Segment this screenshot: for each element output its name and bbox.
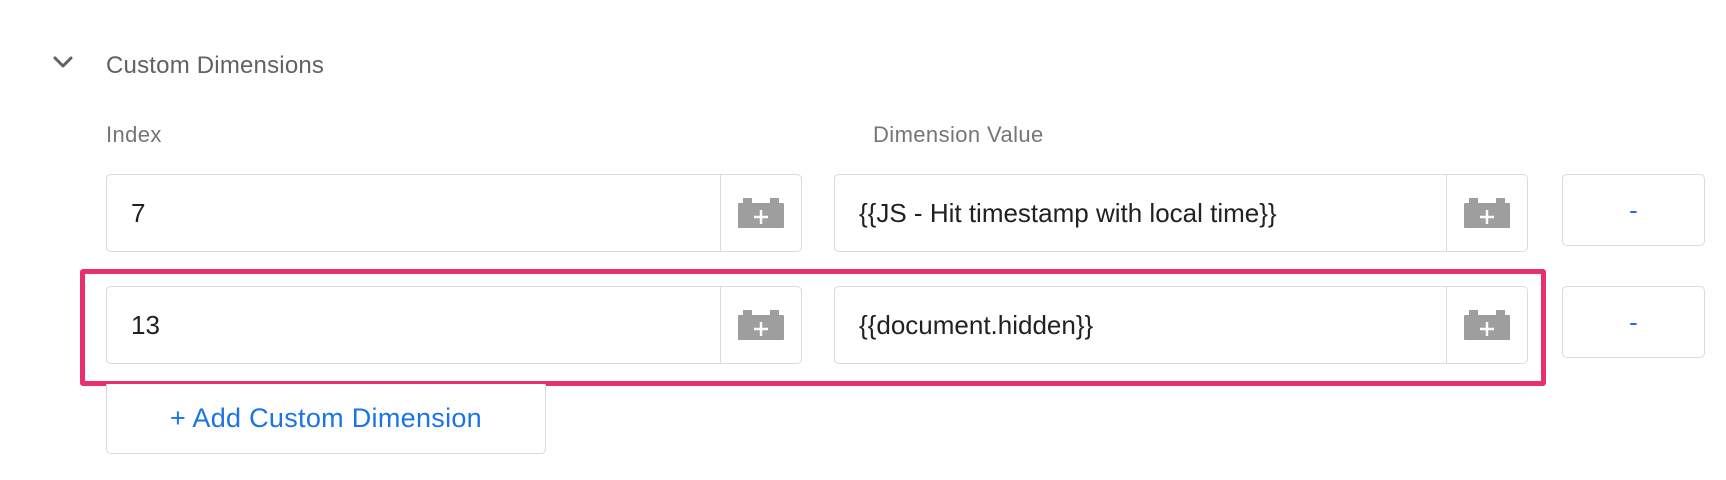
variable-picker-button[interactable]	[720, 287, 801, 363]
section-header[interactable]	[50, 44, 76, 80]
chevron-down-icon[interactable]	[50, 49, 76, 75]
variable-picker-button[interactable]	[1446, 287, 1527, 363]
custom-dimensions-section: Custom Dimensions Index Dimension Value …	[0, 0, 1726, 480]
index-input[interactable]: 7	[107, 175, 720, 251]
add-custom-dimension-button[interactable]: + Add Custom Dimension	[106, 384, 546, 454]
dimension-value-input[interactable]: {{JS - Hit timestamp with local time}}	[835, 175, 1446, 251]
index-input[interactable]: 13	[107, 287, 720, 363]
dimension-value-field[interactable]: {{JS - Hit timestamp with local time}}	[834, 174, 1528, 252]
add-variable-brick-icon	[738, 310, 784, 340]
add-variable-brick-icon	[1464, 198, 1510, 228]
section-title: Custom Dimensions	[106, 52, 325, 79]
remove-row-button[interactable]: -	[1562, 286, 1705, 358]
index-field[interactable]: 7	[106, 174, 802, 252]
dimension-value-input[interactable]: {{document.hidden}}	[835, 287, 1446, 363]
variable-picker-button[interactable]	[1446, 175, 1527, 251]
dimension-value-column-label: Dimension Value	[873, 122, 1044, 147]
dimension-value-field[interactable]: {{document.hidden}}	[834, 286, 1528, 364]
remove-row-button[interactable]: -	[1562, 174, 1705, 246]
add-variable-brick-icon	[738, 198, 784, 228]
variable-picker-button[interactable]	[720, 175, 801, 251]
index-field[interactable]: 13	[106, 286, 802, 364]
add-variable-brick-icon	[1464, 310, 1510, 340]
index-column-label: Index	[106, 122, 162, 147]
